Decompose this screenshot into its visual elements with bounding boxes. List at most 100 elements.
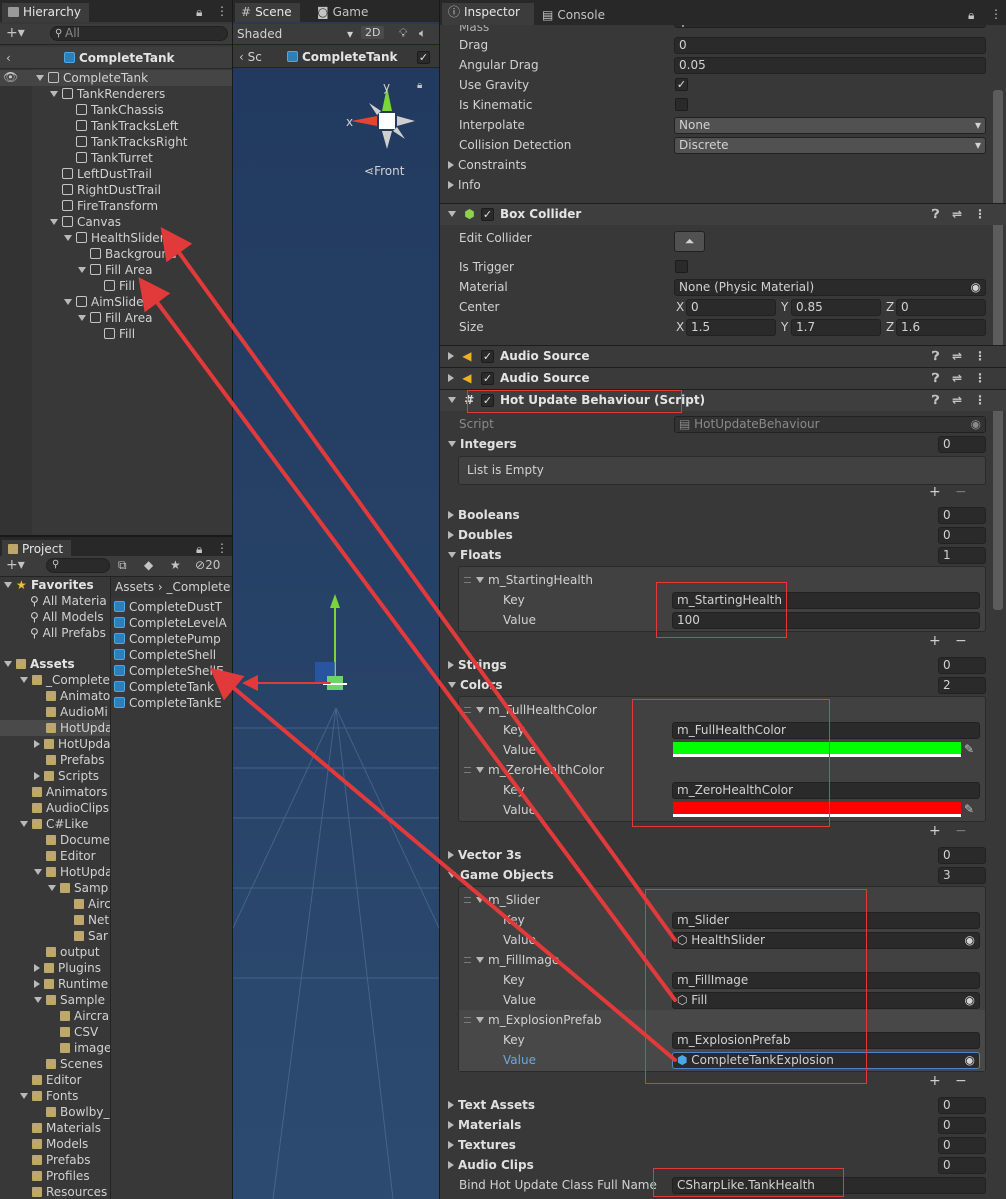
project-file-item[interactable]: CompleteDustT	[114, 599, 232, 615]
project-folder-item[interactable]: Net	[0, 912, 110, 928]
audio-source-2-header[interactable]: ◀︎ ✓ Audio Source ❓︎ ⇌ ⋮	[440, 367, 1006, 389]
strings-foldout[interactable]: Strings	[448, 656, 507, 674]
fold-arrow-icon[interactable]	[34, 772, 40, 780]
floats-foldout[interactable]: Floats	[448, 546, 502, 564]
lock-icon[interactable]: 🔒︎	[968, 8, 974, 23]
project-file-item[interactable]: CompleteTankE	[114, 695, 232, 711]
preset-icon[interactable]: ⇌	[952, 368, 962, 389]
text-assets-count[interactable]: 0	[938, 1097, 986, 1114]
material-object-field[interactable]: None (Physic Material) ◉	[674, 279, 986, 296]
project-folder-item[interactable]: Materials	[0, 1120, 110, 1136]
tab-inspector-text[interactable]: Inspector	[464, 5, 520, 19]
fold-arrow-icon[interactable]	[50, 91, 58, 97]
doubles-foldout[interactable]: Doubles	[448, 526, 513, 544]
colors-add-button[interactable]: +	[929, 824, 941, 838]
project-file-item[interactable]: CompletePump	[114, 631, 232, 647]
hierarchy-item[interactable]: TankTurret	[64, 150, 232, 166]
project-folder-item[interactable]: Aircra	[0, 1008, 110, 1024]
menu-kebab-icon[interactable]: ⋮	[216, 4, 228, 18]
preset-icon[interactable]: ⇌	[952, 390, 962, 411]
tab-scene[interactable]: # Scene	[235, 3, 300, 22]
project-folder-item[interactable]: Scripts	[0, 768, 110, 784]
game-objects-add-button[interactable]: +	[929, 1074, 941, 1088]
project-folder-item[interactable]: image	[0, 1040, 110, 1056]
integers-remove-button[interactable]: −	[955, 485, 967, 499]
project-folder-item[interactable]: Airc	[0, 896, 110, 912]
hierarchy-item[interactable]: Fill Area	[78, 262, 232, 278]
project-folder-item[interactable]: CSV	[0, 1024, 110, 1040]
hierarchy-item[interactable]: TankTracksLeft	[64, 118, 232, 134]
project-folder-item[interactable]: Docume	[0, 832, 110, 848]
preset-icon[interactable]: ⇌	[952, 204, 962, 225]
object-picker-icon[interactable]: ◉	[965, 933, 975, 948]
hierarchy-scene-header[interactable]: ‹ CompleteTank	[0, 47, 232, 69]
label-tag-icon[interactable]: ◆	[144, 558, 153, 572]
drag-handle-icon[interactable]	[464, 1017, 471, 1023]
light-icon[interactable]: 💡︎	[399, 26, 407, 41]
go-item-2-foldout[interactable]: m_ExplosionPrefab	[464, 1011, 601, 1029]
project-folder-item[interactable]: Fonts	[0, 1088, 110, 1104]
favorites-header[interactable]: ★ Favorites	[4, 577, 110, 593]
center-x-input[interactable]: 0	[686, 299, 776, 316]
add-icon[interactable]: +▾	[6, 25, 25, 41]
fold-arrow-icon[interactable]	[34, 997, 42, 1003]
go-item-0-foldout[interactable]: m_Slider	[464, 891, 540, 909]
favorite-item[interactable]: ⚲ All Prefabs	[30, 625, 110, 641]
menu-kebab-icon[interactable]: ⋮	[974, 368, 986, 389]
integers-foldout[interactable]: Integers	[448, 435, 517, 453]
project-folder-item[interactable]: Sar	[0, 928, 110, 944]
size-y-input[interactable]: 1.7	[791, 319, 881, 336]
constraints-foldout[interactable]: Constraints	[448, 156, 526, 174]
fold-arrow-icon[interactable]	[50, 219, 58, 225]
fold-arrow-icon[interactable]	[48, 885, 56, 891]
project-folder-item[interactable]: Prefabs	[0, 752, 110, 768]
eyedropper-icon[interactable]: ✎	[964, 742, 974, 756]
hierarchy-item[interactable]: Fill	[92, 278, 232, 294]
visibility-eye-icon[interactable]: 👁︎	[3, 70, 18, 84]
is-kinematic-checkbox[interactable]	[675, 98, 688, 111]
hierarchy-item[interactable]: Fill Area	[78, 310, 232, 326]
project-folder-item[interactable]: Editor	[0, 1072, 110, 1088]
mode-2d-button[interactable]: 2D	[361, 26, 385, 39]
info-foldout[interactable]: Info	[448, 176, 481, 194]
hierarchy-item[interactable]: CompleteTank	[0, 70, 232, 86]
interpolate-dropdown[interactable]: None ▾	[674, 117, 986, 134]
auto-save-checkbox[interactable]: ✓	[417, 51, 430, 64]
project-folder-item[interactable]: Samp	[0, 880, 110, 896]
colors-remove-button[interactable]: −	[955, 824, 967, 838]
size-x-input[interactable]: 1.5	[686, 319, 776, 336]
add-icon[interactable]: +▾	[6, 557, 25, 573]
hierarchy-item[interactable]: TankTracksRight	[64, 134, 232, 150]
strings-count[interactable]: 0	[938, 657, 986, 674]
menu-kebab-icon[interactable]: ⋮	[974, 204, 986, 225]
drag-handle-icon[interactable]	[464, 707, 471, 713]
eyedropper-icon[interactable]: ✎	[964, 802, 974, 816]
assets-header[interactable]: Assets	[4, 656, 110, 672]
hierarchy-item[interactable]: Background	[78, 246, 232, 262]
integers-add-button[interactable]: +	[929, 485, 941, 499]
fold-arrow-icon[interactable]	[20, 677, 28, 683]
fold-arrow-icon[interactable]	[34, 869, 42, 875]
booleans-count[interactable]: 0	[938, 507, 986, 524]
center-z-input[interactable]: 0	[896, 299, 986, 316]
color-item-1-foldout[interactable]: m_ZeroHealthColor	[464, 761, 604, 779]
project-folder-item[interactable]: AudioClips	[0, 800, 110, 816]
console-tab-redraw[interactable]: ▤ Console	[542, 6, 605, 25]
object-picker-icon[interactable]: ◉	[965, 993, 975, 1008]
vector3s-count[interactable]: 0	[938, 847, 986, 864]
fold-arrow-icon[interactable]	[34, 964, 40, 972]
box-collider-header[interactable]: ⬢ ✓ Box Collider ❓︎ ⇌ ⋮	[440, 203, 1006, 225]
project-folder-item[interactable]: Animators	[0, 784, 110, 800]
back-arrow-icon[interactable]: ‹	[6, 47, 11, 69]
project-file-item[interactable]: CompleteTank	[114, 679, 232, 695]
center-y-input[interactable]: 0.85	[791, 299, 881, 316]
audio-source-1-header[interactable]: ◀︎ ✓ Audio Source ❓︎ ⇌ ⋮	[440, 345, 1006, 367]
go-item-1-foldout[interactable]: m_FillImage	[464, 951, 559, 969]
fold-arrow-icon[interactable]	[20, 1093, 28, 1099]
help-icon[interactable]: ❓︎	[932, 368, 939, 389]
favorite-item[interactable]: ⚲ All Models	[30, 609, 110, 625]
lock-icon[interactable]: 🔒︎	[196, 542, 202, 557]
project-folder-item[interactable]: Profiles	[0, 1168, 110, 1184]
fold-arrow-icon[interactable]	[78, 267, 86, 273]
favorite-item[interactable]: ⚲ All Materia	[30, 593, 110, 609]
